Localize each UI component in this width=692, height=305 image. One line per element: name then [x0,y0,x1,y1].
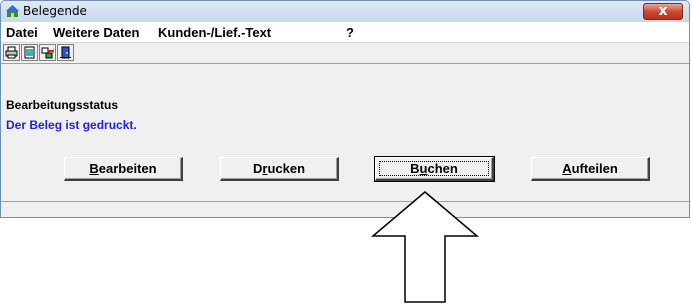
exit-button[interactable] [57,44,74,61]
menu-help[interactable]: ? [346,25,354,40]
status-heading: Bearbeitungsstatus [6,98,119,112]
printer-icon [5,46,18,59]
status-bar [1,201,689,217]
menu-datei[interactable]: Datei [6,25,38,40]
up-arrow-annotation [370,191,480,303]
exit-door-icon [60,46,71,59]
toolbar [1,43,689,64]
aufteilen-label: Aufteilen [562,161,618,176]
drucken-label: Drucken [252,161,306,176]
window-title: Belegende [23,4,87,18]
belegende-window: Belegende x Datei Weitere Daten Kunden-/… [0,0,690,218]
title-bar: Belegende x [1,1,689,23]
print-button[interactable] [3,44,20,61]
aufteilen-button[interactable]: Aufteilen [531,157,650,181]
document-icon [24,46,35,59]
drucken-button[interactable]: Drucken [220,157,339,181]
close-button[interactable]: x [643,3,683,20]
bearbeiten-button[interactable]: Bearbeiten [64,157,183,181]
buchen-button[interactable]: Buchen [374,156,495,182]
transfer-icon [41,47,54,59]
menu-weitere-daten[interactable]: Weitere Daten [53,25,139,40]
document-button[interactable] [21,44,38,61]
menu-bar: Datei Weitere Daten Kunden-/Lief.-Text ? [1,22,689,43]
bearbeiten-label: Bearbeiten [89,161,157,176]
focus-rectangle [379,161,489,176]
close-icon: x [658,3,668,19]
menu-kunden-lief-text[interactable]: Kunden-/Lief.-Text [158,25,271,40]
app-icon [6,5,19,17]
transfer-button[interactable] [39,44,56,61]
status-message: Der Beleg ist gedruckt. [6,118,137,132]
